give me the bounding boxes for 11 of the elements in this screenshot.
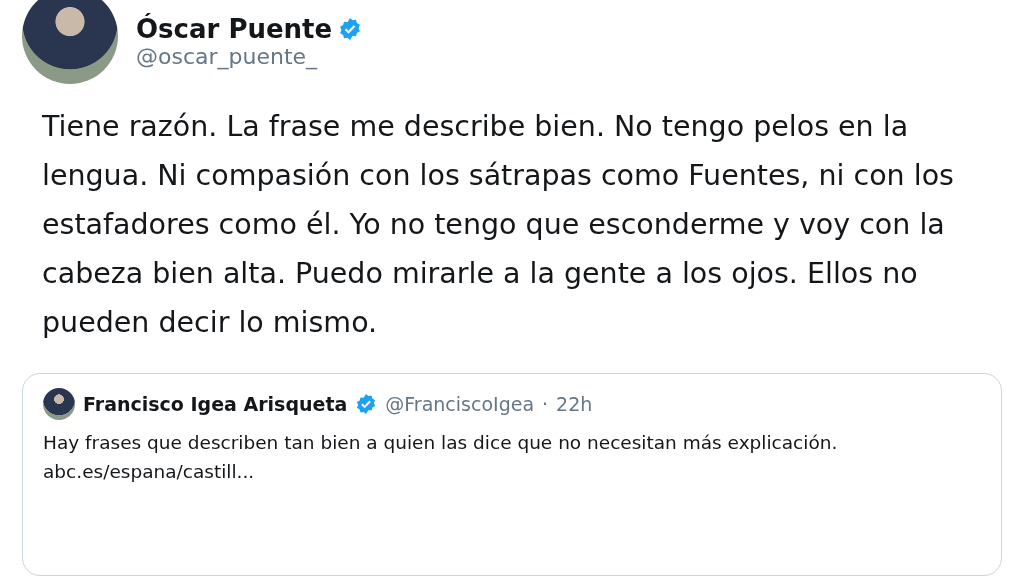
author-handle[interactable]: @oscar_puente_ [136, 43, 363, 69]
quoted-tweet-card[interactable]: Francisco Igea Arisqueta @FranciscoIgea · 22h Hay frases que describen tan bien a quien las dice que no necesitan más explicación. abc.es/espana/castill... [22, 373, 1002, 576]
author-name[interactable]: Óscar Puente [136, 13, 333, 44]
quoted-tweet-text: Hay frases que describen tan bien a quien las dice que no necesitan más explicación. [43, 431, 839, 455]
article-link[interactable]: abc.es/espana/castill... [43, 457, 981, 486]
quoted-author-name[interactable]: Francisco Igea Arisqueta [83, 393, 348, 415]
quoted-author-handle[interactable]: @FranciscoIgea [385, 393, 535, 415]
tweet-time[interactable]: 22h [556, 393, 593, 415]
tweet-text: Tiene razón. La frase me describe bien. No tengo pelos en la lengua. Ni compasión con los sátrapas como Fuentes, ni con los estafadores como él. Yo no tengo que esconderme y voy con la cabeza bien alta. Puedo mirarle a la gente a los ojos. Ellos no pueden decir lo mismo. [42, 109, 955, 341]
avatar-photo-placeholder[interactable] [43, 388, 75, 420]
separator-dot: · [542, 393, 549, 415]
